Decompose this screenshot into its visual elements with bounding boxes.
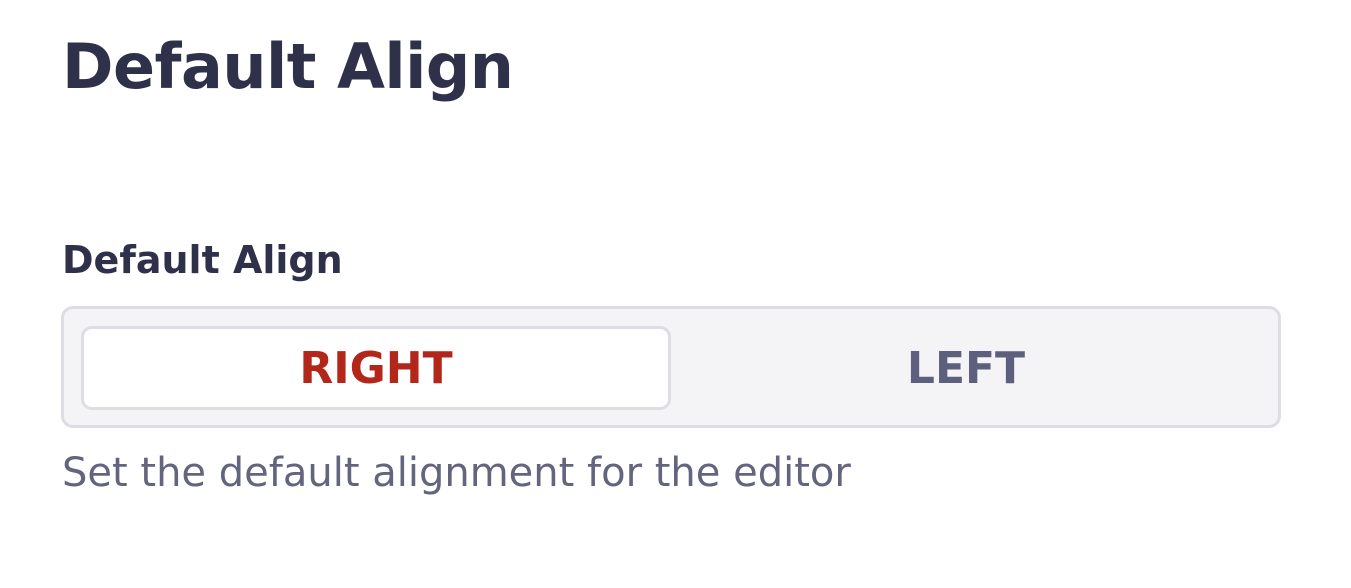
align-left-option[interactable]: LEFT [671,326,1261,410]
default-align-label: Default Align [62,238,343,282]
page-title: Default Align [62,30,514,103]
default-align-segmented-control: RIGHT LEFT [61,306,1281,428]
default-align-helper-text: Set the default alignment for the editor [62,450,851,496]
align-right-option[interactable]: RIGHT [81,326,671,410]
